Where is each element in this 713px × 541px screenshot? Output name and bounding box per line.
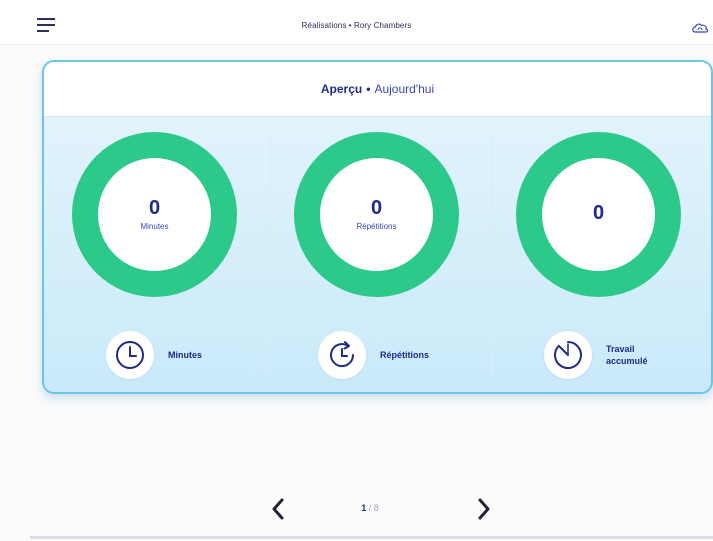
metric-button-label: Répétitions bbox=[380, 350, 430, 360]
previous-page-button[interactable] bbox=[266, 494, 290, 524]
page-indicator: 1 / 8 bbox=[340, 503, 400, 513]
ring-center: 0 Répétitions bbox=[320, 158, 433, 271]
card-header: Aperçu • Aujourd'hui bbox=[44, 62, 711, 117]
card-title-separator: • bbox=[366, 82, 371, 96]
cloud-sync-icon[interactable] bbox=[691, 20, 709, 36]
ring-center: 0 Minutes bbox=[98, 158, 211, 271]
page-separator: / bbox=[366, 503, 374, 513]
overview-card: Aperçu • Aujourd'hui 0 Minutes Minutes 0… bbox=[42, 60, 713, 394]
next-page-button[interactable] bbox=[472, 494, 496, 524]
page-title: Réalisations • Rory Chambers bbox=[301, 21, 412, 30]
metric-minutes: 0 Minutes Minutes bbox=[44, 118, 266, 390]
bottom-divider bbox=[30, 536, 713, 539]
top-bar: Réalisations • Rory Chambers bbox=[0, 0, 713, 45]
card-title: Aperçu bbox=[320, 82, 363, 96]
accumulated-work-icon bbox=[544, 331, 592, 379]
metric-button-label: Minutes bbox=[168, 350, 203, 360]
metric-accumulated-work: 0 Travail accumulé bbox=[488, 118, 710, 390]
ring-center: 0 bbox=[542, 158, 655, 271]
metric-button-label: Travail accumulé bbox=[606, 344, 648, 366]
metric-repetitions: 0 Répétitions Répétitions bbox=[266, 118, 488, 390]
minutes-button[interactable]: Minutes bbox=[106, 330, 202, 380]
app-screen: Réalisations • Rory Chambers Aperçu • Au… bbox=[0, 0, 713, 541]
progress-ring: 0 Répétitions bbox=[294, 132, 459, 297]
progress-ring: 0 Minutes bbox=[72, 132, 237, 297]
card-period: Aujourd'hui bbox=[374, 82, 435, 96]
chevron-left-icon bbox=[272, 498, 284, 520]
repetitions-button[interactable]: Répétitions bbox=[318, 330, 429, 380]
repeat-icon bbox=[318, 331, 366, 379]
clock-icon bbox=[106, 331, 154, 379]
metric-unit: Minutes bbox=[140, 222, 169, 231]
metric-value: 0 bbox=[148, 197, 161, 219]
progress-ring: 0 bbox=[516, 132, 681, 297]
metric-value: 0 bbox=[592, 201, 605, 224]
metric-value: 0 bbox=[370, 197, 383, 219]
chevron-right-icon bbox=[478, 498, 490, 520]
total-pages: 8 bbox=[373, 503, 379, 513]
accumulated-work-button[interactable]: Travail accumulé bbox=[544, 330, 648, 380]
metric-unit: Répétitions bbox=[356, 222, 397, 231]
